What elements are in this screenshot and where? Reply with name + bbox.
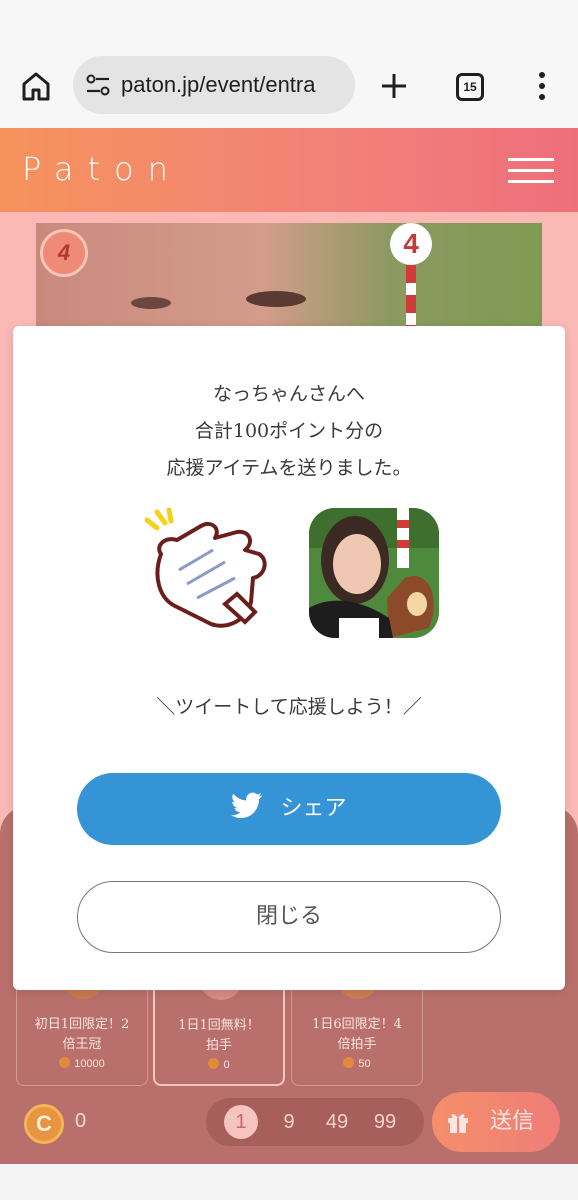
hamburger-menu-icon[interactable]	[508, 158, 554, 184]
home-icon[interactable]	[18, 68, 54, 104]
site-header: Paton	[0, 128, 578, 212]
dialog-message: なっちゃんさんへ 合計100ポイント分の 応援アイテムを送りました。	[13, 376, 565, 487]
message-line: 応援アイテムを送りました。	[166, 457, 412, 479]
twitter-bird-icon	[231, 792, 263, 818]
site-logo[interactable]: Paton	[22, 150, 182, 188]
share-label: シェア	[280, 796, 347, 821]
address-bar[interactable]: paton.jp/event/entra	[73, 56, 355, 114]
system-nav-bar	[0, 1164, 578, 1200]
avatar	[309, 508, 439, 638]
tab-switcher-button[interactable]: 15	[456, 73, 484, 101]
tweet-prompt: ＼ツイートして応援しよう！／	[156, 696, 422, 718]
clapping-hands-icon	[144, 507, 267, 628]
site-settings-icon[interactable]	[85, 73, 111, 97]
twitter-share-button[interactable]: シェア	[77, 773, 501, 845]
avatar-photo	[309, 508, 439, 638]
close-button[interactable]: 閉じる	[77, 881, 501, 953]
new-tab-icon[interactable]	[378, 70, 410, 102]
message-line: なっちゃんさんへ	[212, 383, 365, 405]
overflow-menu-icon[interactable]	[530, 70, 554, 102]
browser-toolbar: paton.jp/event/entra 15	[0, 0, 578, 128]
message-line: 合計100ポイント分の	[194, 420, 384, 442]
url-text[interactable]: paton.jp/event/entra	[121, 72, 315, 98]
support-sent-dialog: なっちゃんさんへ 合計100ポイント分の 応援アイテムを送りました。 ＼ツイート…	[13, 326, 565, 990]
